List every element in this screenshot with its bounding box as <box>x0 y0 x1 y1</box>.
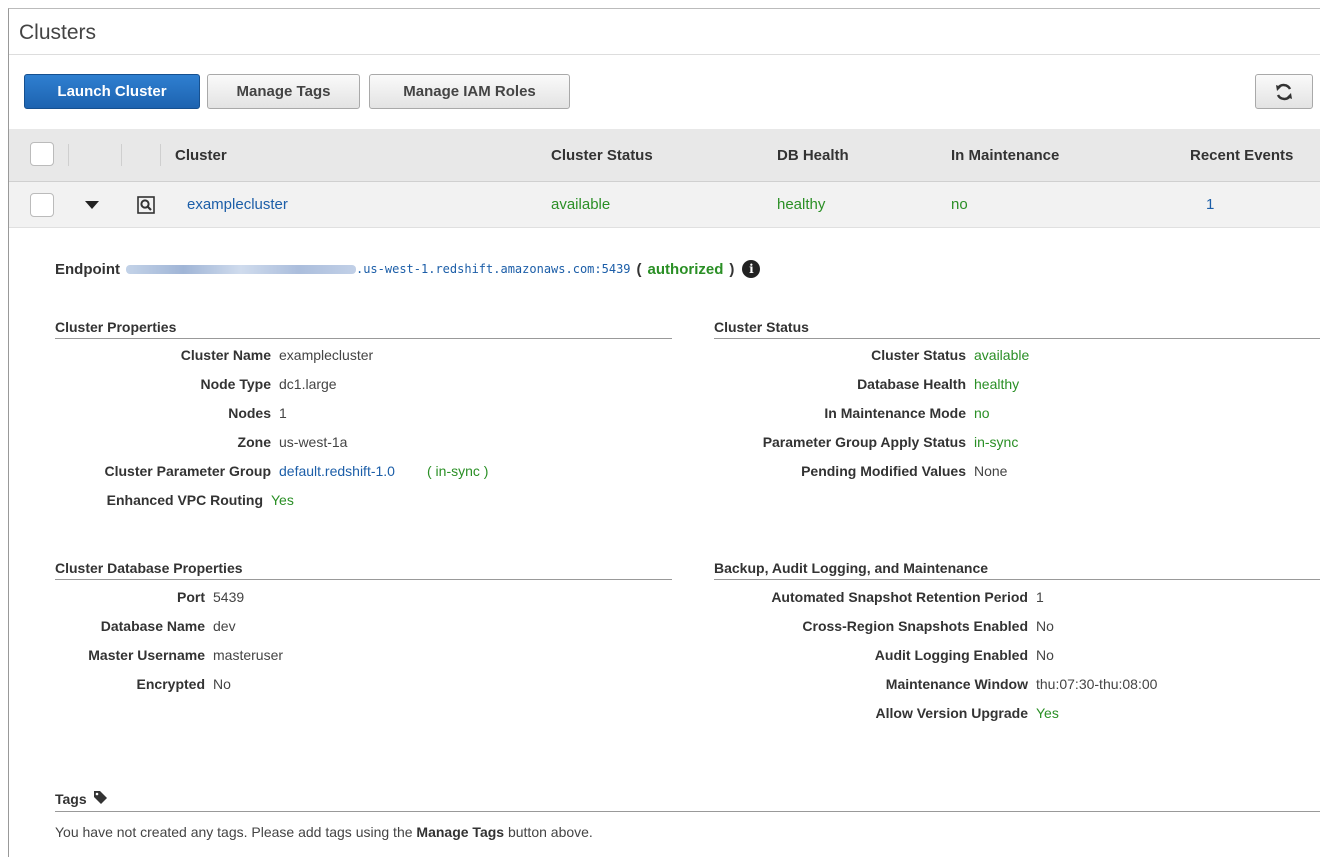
kv-maintenance-mode: In Maintenance Mode no <box>9 405 989 425</box>
paren-open: ( <box>636 260 642 278</box>
paren-close: ) <box>729 260 735 278</box>
column-separator <box>121 144 122 166</box>
redacted-endpoint-host <box>125 264 356 274</box>
msg-text: You have not created any tags. Please ad… <box>55 824 417 840</box>
table-row[interactable]: examplecluster available healthy no 1 <box>9 182 1320 228</box>
label: In Maintenance Mode <box>824 405 966 421</box>
header-cluster-status[interactable]: Cluster Status <box>551 129 653 181</box>
label: Cluster Status <box>871 347 966 363</box>
info-icon[interactable]: i <box>742 260 761 278</box>
authorized-status: authorized <box>647 260 724 278</box>
clusters-panel: Clusters Launch Cluster Manage Tags Mana… <box>8 8 1320 857</box>
value: Yes <box>271 492 294 508</box>
kv-pending-values: Pending Modified Values None <box>9 463 1007 483</box>
value: None <box>974 463 1008 479</box>
header-db-health[interactable]: DB Health <box>777 129 849 181</box>
manage-tags-button[interactable]: Manage Tags <box>207 74 360 109</box>
table-header: Cluster Cluster Status DB Health In Main… <box>9 129 1320 182</box>
value: No <box>1036 618 1054 634</box>
manage-iam-roles-button[interactable]: Manage IAM Roles <box>369 74 570 109</box>
db-properties-title: Cluster Database Properties <box>55 560 672 580</box>
in-maintenance-value: no <box>951 196 968 213</box>
value: 1 <box>1036 589 1044 605</box>
cluster-properties-title: Cluster Properties <box>55 319 672 339</box>
kv-enhanced-vpc: Enhanced VPC Routing Yes <box>9 492 294 512</box>
value: healthy <box>974 376 1020 392</box>
kv-cross-region: Cross-Region Snapshots Enabled No <box>9 618 1054 638</box>
label: Cross-Region Snapshots Enabled <box>802 618 1028 634</box>
tags-title: Tags <box>55 790 108 808</box>
refresh-button[interactable] <box>1255 74 1313 109</box>
kv-database-health: Database Health healthy <box>9 376 1019 396</box>
msg-text: button above. <box>504 824 593 840</box>
label: Automated Snapshot Retention Period <box>771 589 1028 605</box>
page-title: Clusters <box>19 21 97 44</box>
value: Yes <box>1036 705 1059 721</box>
label: Database Health <box>857 376 966 392</box>
column-separator <box>160 144 161 166</box>
value: in-sync <box>974 434 1019 450</box>
column-separator <box>68 144 69 166</box>
msg-bold: Manage Tags <box>416 824 505 840</box>
value: thu:07:30-thu:08:00 <box>1036 676 1158 692</box>
launch-cluster-button[interactable]: Launch Cluster <box>24 74 200 109</box>
tags-empty-message: You have not created any tags. Please ad… <box>55 824 593 840</box>
label: Parameter Group Apply Status <box>762 434 966 450</box>
magnify-icon[interactable] <box>137 182 155 227</box>
cluster-detail-panel: Endpoint .us-west-1.redshift.amazonaws.c… <box>9 229 1320 857</box>
label: Maintenance Window <box>885 676 1028 692</box>
tag-icon <box>93 790 108 808</box>
row-checkbox[interactable] <box>30 193 54 217</box>
db-health-value: healthy <box>777 196 826 213</box>
refresh-icon <box>1276 83 1292 100</box>
endpoint-line: Endpoint .us-west-1.redshift.amazonaws.c… <box>55 260 761 278</box>
title-divider <box>9 54 1320 55</box>
kv-snapshot-retention: Automated Snapshot Retention Period 1 <box>9 589 1043 609</box>
expand-chevron-down-icon[interactable] <box>85 182 99 227</box>
header-in-maintenance[interactable]: In Maintenance <box>951 129 1059 181</box>
kv-param-apply-status: Parameter Group Apply Status in-sync <box>9 434 1019 454</box>
cluster-status-value: available <box>551 196 611 213</box>
tags-label: Tags <box>55 791 87 807</box>
kv-maintenance-window: Maintenance Window thu:07:30-thu:08:00 <box>9 676 1158 696</box>
cluster-status-title: Cluster Status <box>714 319 1320 339</box>
endpoint-label: Endpoint <box>55 260 120 278</box>
recent-events-link[interactable]: 1 <box>1206 182 1214 227</box>
label: Audit Logging Enabled <box>874 647 1028 663</box>
kv-version-upgrade: Allow Version Upgrade Yes <box>9 705 1059 725</box>
endpoint-value[interactable]: .us-west-1.redshift.amazonaws.com:5439 <box>356 262 631 276</box>
kv-status: Cluster Status available <box>9 347 1029 367</box>
backup-title: Backup, Audit Logging, and Maintenance <box>714 560 1320 580</box>
label: Pending Modified Values <box>801 463 966 479</box>
value: no <box>974 405 990 421</box>
select-all-checkbox[interactable] <box>30 142 54 166</box>
cluster-name-link[interactable]: examplecluster <box>187 182 288 227</box>
label: Allow Version Upgrade <box>875 705 1028 721</box>
header-cluster[interactable]: Cluster <box>175 129 227 181</box>
header-recent-events[interactable]: Recent Events <box>1190 129 1293 181</box>
value: No <box>1036 647 1054 663</box>
value: available <box>974 347 1030 363</box>
label: Enhanced VPC Routing <box>106 492 263 508</box>
tags-divider <box>55 811 1320 812</box>
kv-audit-logging: Audit Logging Enabled No <box>9 647 1054 667</box>
